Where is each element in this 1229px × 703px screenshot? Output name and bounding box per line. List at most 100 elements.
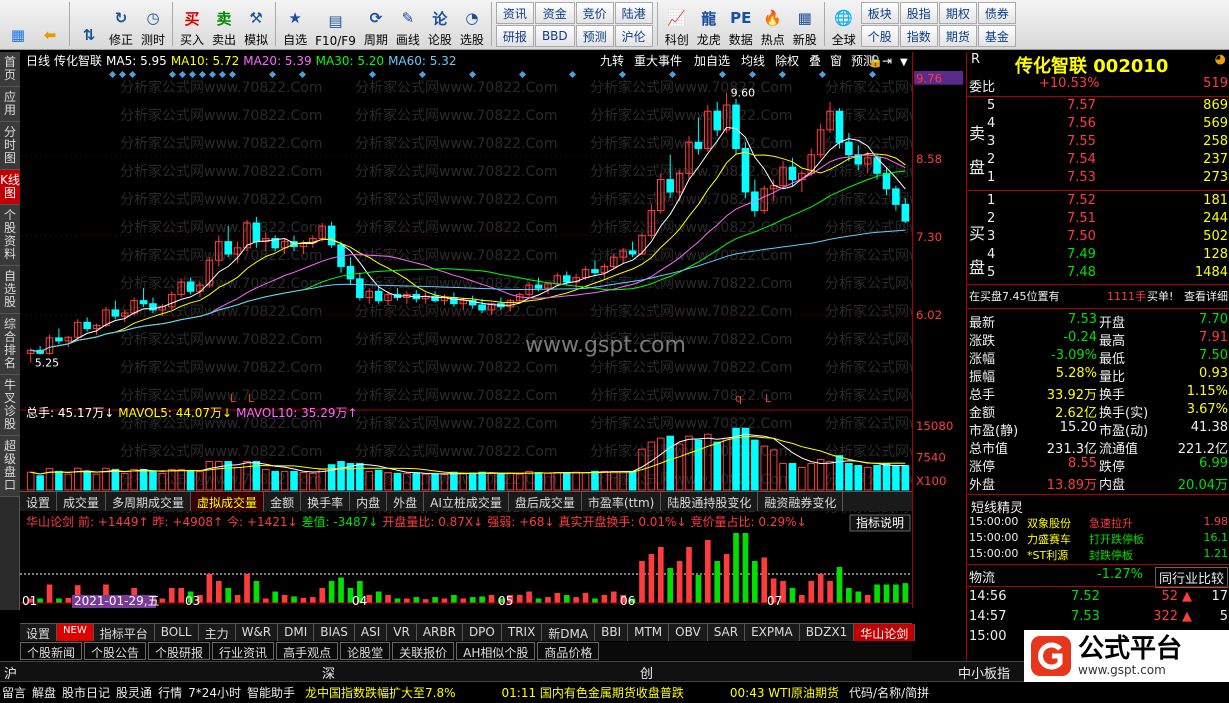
indicator-tab-1[interactable]: NEW bbox=[57, 624, 94, 641]
indicator-tab-13[interactable]: 新DMA bbox=[542, 624, 596, 641]
jx-stock[interactable]: 力盛赛车 bbox=[1027, 531, 1071, 547]
sh-label[interactable]: 沪 bbox=[4, 663, 17, 682]
event-marker-icon[interactable] bbox=[618, 70, 627, 79]
left-tab-1[interactable]: 应用 bbox=[0, 87, 20, 122]
lock-icon[interactable]: 🔒 bbox=[868, 54, 883, 68]
chart-button-0[interactable]: 九转 bbox=[600, 53, 624, 68]
candle-body[interactable] bbox=[478, 304, 486, 311]
status-item-0[interactable]: 留言 bbox=[2, 684, 26, 701]
indicator-tab-6[interactable]: DMI bbox=[278, 624, 315, 641]
xuangu-button[interactable]: ◔ 选股 bbox=[457, 2, 487, 48]
dropdown-icon[interactable]: ▼ bbox=[900, 57, 908, 68]
grid1-button-2[interactable]: 资金 bbox=[534, 2, 575, 24]
info-button-5[interactable]: 论股堂 bbox=[340, 642, 391, 660]
grid1-button-3[interactable]: BBD bbox=[534, 25, 575, 47]
note-detail-link[interactable]: 查看详细 bbox=[1184, 288, 1228, 304]
event-marker-icon[interactable] bbox=[108, 70, 117, 79]
info-button-2[interactable]: 个股研报 bbox=[148, 642, 211, 660]
volume-tab-2[interactable]: 多周期成交量 bbox=[106, 492, 192, 511]
event-marker-icon[interactable] bbox=[168, 70, 177, 79]
candle-body[interactable] bbox=[591, 269, 599, 274]
left-tab-0[interactable]: 首页 bbox=[0, 52, 20, 87]
indicator-tab-7[interactable]: BIAS bbox=[314, 624, 355, 641]
exit-icon[interactable]: ⇥ bbox=[882, 54, 892, 68]
candle-body[interactable] bbox=[327, 225, 336, 246]
sz-label[interactable]: 深 bbox=[322, 663, 335, 682]
candle-body[interactable] bbox=[139, 300, 148, 305]
volume-tab-10[interactable]: 市盈率(ttm) bbox=[582, 492, 662, 511]
grid1-button-4[interactable]: 竞价 bbox=[575, 2, 614, 24]
sell-button[interactable]: 卖卖出 bbox=[209, 2, 239, 48]
volume-tab-0[interactable]: 设置 bbox=[20, 492, 58, 511]
lungu-button[interactable]: 论论股 bbox=[425, 2, 455, 48]
info-button-3[interactable]: 行业资讯 bbox=[212, 642, 275, 660]
candle-body[interactable] bbox=[901, 203, 910, 222]
event-marker-icon[interactable] bbox=[868, 70, 877, 79]
news-ticker-2[interactable]: 01:11 国内有色金属期货收盘普跌 bbox=[502, 684, 684, 701]
volume-tab-11[interactable]: 陆股通持股变化 bbox=[661, 492, 759, 511]
candle-body[interactable] bbox=[741, 148, 750, 193]
indicator-tab-20[interactable]: 华山论剑 bbox=[854, 624, 916, 641]
status-item-6[interactable]: 智能助手 bbox=[247, 684, 295, 701]
candle-body[interactable] bbox=[55, 337, 63, 342]
grid2-button-2[interactable]: 股指 bbox=[899, 2, 938, 24]
event-marker-icon[interactable] bbox=[228, 70, 237, 79]
event-marker-icon[interactable] bbox=[208, 70, 217, 79]
indicator-tab-14[interactable]: BBI bbox=[595, 624, 629, 641]
volume-tab-5[interactable]: 换手率 bbox=[301, 492, 351, 511]
indicator-tab-12[interactable]: TRIX bbox=[502, 624, 543, 641]
jx-stock[interactable]: 双象股份 bbox=[1027, 515, 1071, 531]
indicator-tab-3[interactable]: BOLL bbox=[155, 624, 199, 641]
grid2-button-0[interactable]: 板块 bbox=[860, 2, 899, 24]
candle-body[interactable] bbox=[666, 179, 674, 193]
volume-tab-7[interactable]: 外盘 bbox=[387, 492, 425, 511]
event-marker-icon[interactable] bbox=[268, 70, 277, 79]
status-item-3[interactable]: 股灵通 bbox=[116, 684, 152, 701]
event-marker-icon[interactable] bbox=[468, 70, 477, 79]
shuju-button[interactable]: PE 数据 bbox=[726, 2, 756, 48]
chart-button-5[interactable]: 叠 bbox=[809, 54, 821, 68]
buy-button[interactable]: 买买入 bbox=[177, 2, 207, 48]
candle-body[interactable] bbox=[845, 141, 853, 156]
xingu-button[interactable]: ▦ 新股 bbox=[790, 2, 820, 48]
candle-body[interactable] bbox=[882, 172, 891, 190]
event-marker-icon[interactable] bbox=[298, 70, 307, 79]
candle-body[interactable] bbox=[374, 290, 383, 302]
circle-chart-icon[interactable]: ◕ bbox=[1215, 52, 1226, 67]
chart-button-1[interactable]: 重大事件 bbox=[634, 54, 682, 68]
indicator-tab-4[interactable]: 主力 bbox=[199, 624, 236, 641]
volume-tab-6[interactable]: 内盘 bbox=[350, 492, 388, 511]
info-button-4[interactable]: 高手观点 bbox=[276, 642, 339, 660]
grid1-button-6[interactable]: 陆港 bbox=[614, 2, 653, 24]
event-marker-icon[interactable] bbox=[778, 70, 787, 79]
left-tab-7[interactable]: 牛叉诊股 bbox=[0, 375, 20, 436]
grid2-button-5[interactable]: 期货 bbox=[938, 25, 977, 47]
volume-tab-8[interactable]: AI立桩成交量 bbox=[424, 492, 509, 511]
kecai-button[interactable]: 📈 科创 bbox=[662, 2, 692, 48]
candle-body[interactable] bbox=[562, 275, 571, 283]
candle-body[interactable] bbox=[788, 166, 797, 181]
event-marker-icon[interactable] bbox=[748, 70, 757, 79]
xiuzheng-button[interactable]: ↻ 修正 bbox=[106, 2, 136, 48]
huaxian-button[interactable]: ✎ 画线 bbox=[393, 2, 423, 48]
moni-button[interactable]: ⚒ 模拟 bbox=[241, 2, 271, 48]
grid2-button-3[interactable]: 指数 bbox=[899, 25, 938, 47]
volume-tab-1[interactable]: 成交量 bbox=[57, 492, 107, 511]
longhu-button[interactable]: 龍龙虎 bbox=[694, 2, 724, 48]
status-item-1[interactable]: 解盘 bbox=[32, 684, 56, 701]
indicator-tab-17[interactable]: SAR bbox=[708, 624, 746, 641]
indicator-tab-8[interactable]: ASI bbox=[355, 624, 388, 641]
indicator-tab-0[interactable]: 设置 bbox=[20, 624, 58, 641]
event-marker-icon[interactable] bbox=[718, 70, 727, 79]
event-marker-icon[interactable] bbox=[128, 70, 137, 79]
indicator-tab-5[interactable]: W&R bbox=[236, 624, 279, 641]
indicator-tab-9[interactable]: VR bbox=[387, 624, 417, 641]
info-button-6[interactable]: 关联报价 bbox=[392, 642, 455, 660]
chart-button-3[interactable]: 均线 bbox=[741, 54, 765, 68]
grid1-button-5[interactable]: 预测 bbox=[575, 25, 614, 47]
info-button-1[interactable]: 个股公告 bbox=[84, 642, 147, 660]
chart-button-6[interactable]: 窗 bbox=[830, 54, 842, 68]
jx-stock[interactable]: *ST利源 bbox=[1027, 547, 1068, 563]
candle-body[interactable] bbox=[694, 141, 703, 149]
indicator-tab-16[interactable]: OBV bbox=[669, 624, 708, 641]
